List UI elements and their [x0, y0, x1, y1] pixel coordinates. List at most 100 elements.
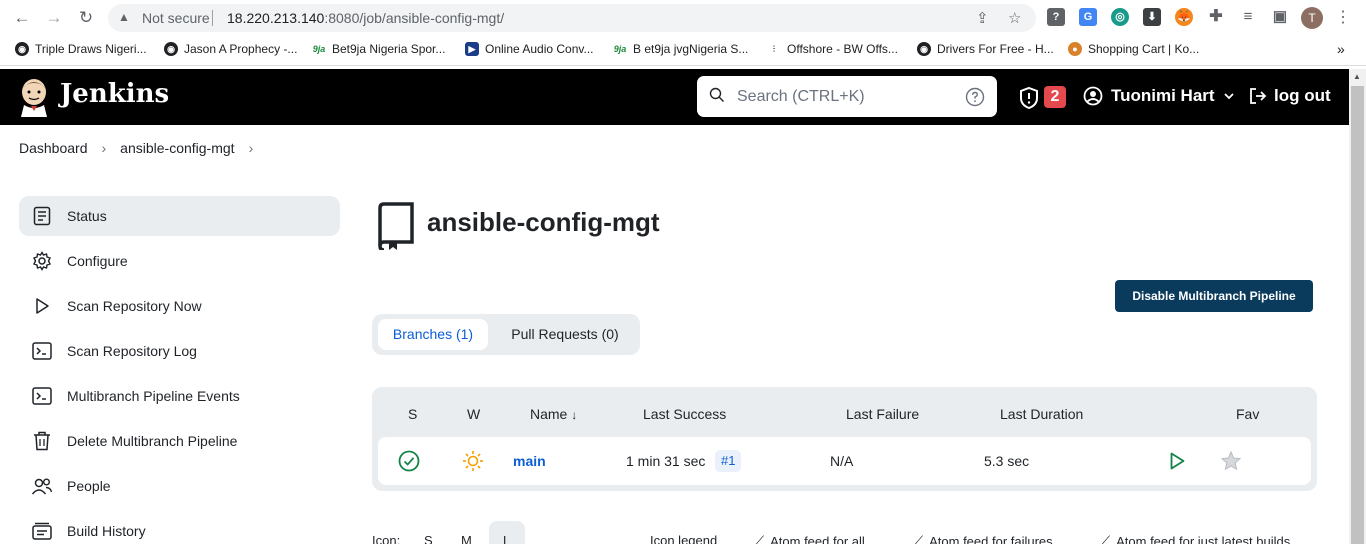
column-header-fav[interactable]: Fav	[1236, 406, 1259, 422]
bookmark-item[interactable]: 9ja Bet9ja Nigeria Spor...	[312, 42, 446, 56]
column-header-last-duration[interactable]: Last Duration	[1000, 406, 1083, 422]
brand-title[interactable]: Jenkins	[60, 79, 169, 109]
security-label: Not secure	[142, 10, 210, 26]
tab-pull-requests[interactable]: Pull Requests (0)	[500, 319, 630, 350]
feed-all-label: Atom feed for all	[770, 533, 865, 544]
breadcrumb: Dashboard › ansible-config-mgt ›	[19, 140, 253, 156]
bookmark-label: Shopping Cart | Ko...	[1088, 42, 1200, 56]
globe-icon: ◉	[917, 42, 931, 56]
feed-latest-link[interactable]: ⟋ Atom feed for just latest builds	[1101, 533, 1290, 544]
reload-icon[interactable]: ↻	[76, 8, 96, 28]
column-header-weather[interactable]: W	[467, 406, 480, 422]
success-icon	[398, 450, 420, 472]
bookmarks-bar: ◉ Triple Draws Nigeri... ◉ Jason A Prophec…	[0, 36, 1366, 66]
breadcrumb-job[interactable]: ansible-config-mgt	[120, 140, 234, 156]
side-panel-icon[interactable]: ▣	[1271, 8, 1289, 26]
shield-icon[interactable]	[1017, 86, 1041, 110]
chevron-down-icon	[1223, 93, 1234, 100]
column-header-last-success[interactable]: Last Success	[643, 406, 726, 422]
download-icon[interactable]: ⬇	[1143, 8, 1161, 26]
sidebar-item-scan-now[interactable]: Scan Repository Now	[19, 286, 340, 326]
trash-icon	[31, 430, 53, 452]
sidebar-item-configure[interactable]: Configure	[19, 241, 340, 281]
sidebar-item-label: People	[67, 478, 111, 494]
bookmark-item[interactable]: ◉ Jason A Prophecy -...	[164, 42, 297, 56]
logout-link[interactable]: log out	[1248, 86, 1331, 106]
breadcrumb-dashboard[interactable]: Dashboard	[19, 140, 88, 156]
search-input[interactable]	[737, 85, 957, 109]
media-icon[interactable]: ≡	[1239, 8, 1257, 26]
chevron-right-icon[interactable]: ›	[249, 140, 254, 156]
play-icon	[31, 295, 53, 317]
scroll-thumb[interactable]	[1351, 86, 1364, 544]
scroll-up-icon[interactable]: ▲	[1353, 72, 1361, 81]
repository-icon	[378, 202, 414, 250]
sidebar-item-people[interactable]: People	[19, 466, 340, 506]
feed-all-link[interactable]: ⟋ Atom feed for all	[755, 533, 865, 544]
logout-icon	[1250, 88, 1267, 104]
help-icon[interactable]	[965, 87, 985, 107]
url-path: :8080/job/ansible-config-mgt/	[324, 10, 505, 26]
extension-circle-icon[interactable]: ◎	[1111, 8, 1129, 26]
feed-failures-link[interactable]: ⟋ Atom feed for failures	[914, 533, 1053, 544]
icon-size-medium[interactable]: M	[461, 533, 472, 544]
more-bookmarks-icon[interactable]: »	[1337, 41, 1345, 57]
avatar[interactable]: T	[1301, 7, 1323, 29]
jenkins-logo-icon[interactable]	[18, 77, 50, 117]
extension-help-icon[interactable]: ?	[1047, 8, 1065, 26]
sidebar-item-scan-log[interactable]: Scan Repository Log	[19, 331, 340, 371]
bookmark-label: Offshore - BW Offs...	[787, 42, 898, 56]
page-scrollbar[interactable]: ▲	[1349, 69, 1366, 544]
bookmark-item[interactable]: 9ja B et9ja jvgNigeria S...	[613, 42, 749, 56]
build-now-play-icon[interactable]	[1167, 451, 1187, 471]
favorite-star-icon[interactable]	[1220, 450, 1242, 472]
sidebar-item-status[interactable]: Status	[19, 196, 340, 236]
sidebar-item-build-history[interactable]: Build History	[19, 511, 340, 544]
bookmark-item[interactable]: ⫶ Offshore - BW Offs...	[767, 42, 898, 56]
sidebar-item-pipeline-events[interactable]: Multibranch Pipeline Events	[19, 376, 340, 416]
bookmark-item[interactable]: ▶ Online Audio Conv...	[465, 42, 594, 56]
sort-arrow-icon: ↓	[571, 408, 578, 422]
menu-icon[interactable]: ⋮	[1335, 7, 1351, 27]
offshore-icon: ⫶	[772, 44, 776, 54]
bookmark-item[interactable]: ◉ Drivers For Free - H...	[917, 42, 1054, 56]
bookmark-item[interactable]: ● Shopping Cart | Ko...	[1068, 42, 1199, 56]
page-title: ansible-config-mgt	[427, 207, 660, 237]
metamask-icon[interactable]: 🦊	[1175, 8, 1193, 26]
branch-link[interactable]: main	[513, 453, 546, 469]
bet9ja-icon: 9ja	[613, 44, 627, 54]
bookmark-item[interactable]: ◉ Triple Draws Nigeri...	[15, 42, 147, 56]
last-duration-value: 5.3 sec	[984, 453, 1030, 469]
icon-size-large[interactable]: L	[503, 533, 510, 544]
warning-icon: ▲	[118, 10, 130, 24]
bookmark-label: Drivers For Free - H...	[937, 42, 1054, 56]
bookmark-star-icon[interactable]: ☆	[1008, 9, 1021, 27]
search-box[interactable]	[697, 76, 997, 117]
user-menu[interactable]: Tuonimi Hart	[1083, 86, 1235, 106]
icon-legend-link[interactable]: Icon legend	[650, 533, 717, 544]
search-icon	[709, 87, 724, 102]
forward-icon[interactable]: →	[44, 8, 64, 28]
terminal-icon	[31, 340, 53, 362]
back-icon[interactable]: ←	[12, 8, 32, 28]
tab-branches[interactable]: Branches (1)	[378, 319, 488, 350]
address-bar[interactable]: ▲ Not secure 18.220.213.140:8080/job/ans…	[108, 4, 1036, 32]
status-icon	[31, 205, 53, 227]
security-count-badge[interactable]: 2	[1044, 86, 1066, 108]
icon-size-small[interactable]: S	[424, 533, 433, 544]
user-icon	[1083, 86, 1103, 106]
disable-pipeline-button[interactable]: Disable Multibranch Pipeline	[1115, 280, 1313, 312]
build-number-link[interactable]: #1	[715, 450, 742, 472]
share-icon[interactable]: ⇪	[976, 9, 989, 27]
translate-icon[interactable]: G	[1079, 8, 1097, 26]
puzzle-icon[interactable]: ✚	[1207, 8, 1225, 26]
bookmark-label: Triple Draws Nigeri...	[35, 42, 147, 56]
column-header-name[interactable]: Name ↓	[530, 406, 577, 422]
url-text[interactable]: 18.220.213.140:8080/job/ansible-config-m…	[227, 10, 504, 26]
column-header-last-failure[interactable]: Last Failure	[846, 406, 919, 422]
column-header-status[interactable]: S	[408, 406, 417, 422]
globe-icon: ◉	[164, 42, 178, 56]
icon-size-label: Icon:	[372, 533, 401, 544]
sidebar-item-label: Scan Repository Now	[67, 298, 202, 314]
sidebar-item-delete-pipeline[interactable]: Delete Multibranch Pipeline	[19, 421, 340, 461]
